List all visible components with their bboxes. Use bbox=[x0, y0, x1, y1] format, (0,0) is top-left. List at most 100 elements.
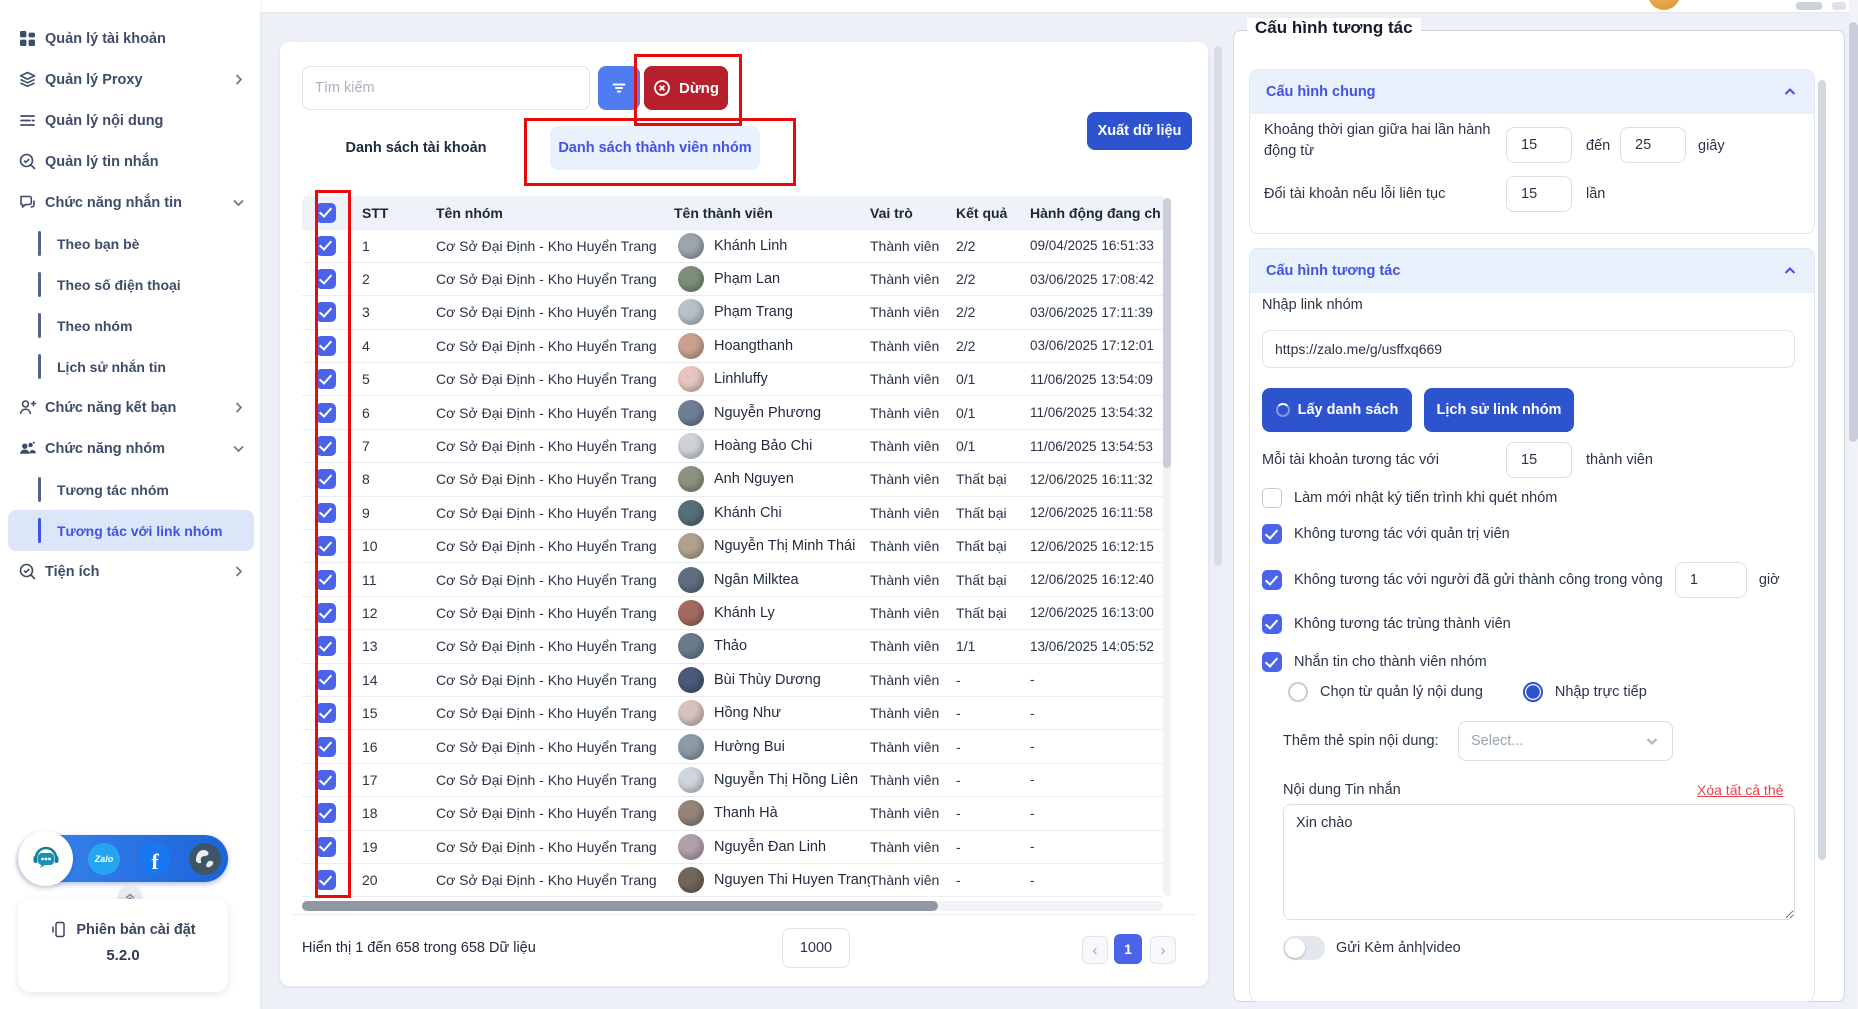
sidebar-item[interactable]: Tương tác nhóm bbox=[8, 469, 254, 510]
row-checkbox[interactable] bbox=[316, 603, 336, 623]
sidebar-item[interactable]: Theo nhóm bbox=[8, 305, 254, 346]
switch-account-input[interactable] bbox=[1506, 176, 1572, 212]
section-general-header[interactable]: Cấu hình chung bbox=[1250, 70, 1814, 114]
page-size-input[interactable] bbox=[782, 928, 850, 968]
header-icon[interactable] bbox=[1832, 2, 1846, 10]
table-row[interactable]: 9Cơ Sở Đại Định - Kho Huyển TrangKhánh C… bbox=[302, 497, 1163, 530]
sidebar-item[interactable]: Chức năng nhắn tin bbox=[8, 182, 254, 223]
column-header[interactable]: Kết quả bbox=[956, 205, 1030, 221]
sidebar-item[interactable]: Theo bạn bè bbox=[8, 223, 254, 264]
interval-to-input[interactable] bbox=[1620, 127, 1686, 163]
pagination-page-1[interactable]: 1 bbox=[1114, 934, 1142, 964]
table-row[interactable]: 10Cơ Sở Đại Định - Kho Huyển TrangNguyễn… bbox=[302, 530, 1163, 563]
main-vertical-scrollbar-thumb[interactable] bbox=[1214, 46, 1222, 566]
message-content-textarea[interactable]: Xin chào bbox=[1283, 804, 1795, 920]
sidebar-item[interactable]: Chức năng kết bạn bbox=[8, 387, 254, 428]
group-link-input[interactable] bbox=[1262, 330, 1795, 368]
panel-scrollbar-thumb[interactable] bbox=[1818, 80, 1826, 860]
row-checkbox[interactable] bbox=[316, 236, 336, 256]
row-checkbox[interactable] bbox=[316, 837, 336, 857]
config-checkbox[interactable] bbox=[1262, 614, 1282, 634]
row-checkbox[interactable] bbox=[316, 403, 336, 423]
config-checkbox[interactable] bbox=[1262, 488, 1282, 508]
table-row[interactable]: 17Cơ Sở Đại Định - Kho Huyển TrangNguyễn… bbox=[302, 764, 1163, 797]
row-checkbox[interactable] bbox=[316, 336, 336, 356]
column-header[interactable]: STT bbox=[350, 205, 436, 221]
row-checkbox[interactable] bbox=[316, 636, 336, 656]
row-checkbox[interactable] bbox=[316, 703, 336, 723]
sidebar-item[interactable]: Chức năng nhóm bbox=[8, 428, 254, 469]
config-checkbox[interactable] bbox=[1262, 524, 1282, 544]
row-checkbox[interactable] bbox=[316, 469, 336, 489]
filter-button[interactable] bbox=[598, 66, 640, 110]
table-row[interactable]: 8Cơ Sở Đại Định - Kho Huyển TrangAnh Ngu… bbox=[302, 463, 1163, 496]
column-header[interactable]: Tên nhóm bbox=[436, 205, 674, 221]
facebook-icon[interactable]: f bbox=[139, 843, 171, 875]
row-checkbox[interactable] bbox=[316, 870, 336, 890]
row-checkbox[interactable] bbox=[316, 369, 336, 389]
column-header[interactable]: Hành động đang ch bbox=[1030, 205, 1163, 221]
row-checkbox[interactable] bbox=[316, 269, 336, 289]
table-row[interactable]: 19Cơ Sở Đại Định - Kho Huyển TrangNguyễn… bbox=[302, 831, 1163, 864]
table-row[interactable]: 6Cơ Sở Đại Định - Kho Huyển TrangNguyễn … bbox=[302, 396, 1163, 429]
zalo-icon[interactable]: Zalo bbox=[88, 843, 120, 875]
stop-button[interactable]: Dừng bbox=[644, 66, 728, 110]
row-checkbox[interactable] bbox=[316, 503, 336, 523]
sidebar-item[interactable]: Lịch sử nhắn tin bbox=[8, 346, 254, 387]
row-checkbox[interactable] bbox=[316, 737, 336, 757]
tab-account-list[interactable]: Danh sách tài khoản bbox=[336, 128, 496, 168]
search-input[interactable] bbox=[302, 66, 590, 110]
table-row[interactable]: 3Cơ Sở Đại Định - Kho Huyển TrangPhạm Tr… bbox=[302, 296, 1163, 329]
clear-all-tags-link[interactable]: Xóa tất cả thẻ bbox=[1697, 782, 1783, 798]
sidebar-item[interactable]: Quản lý Proxy bbox=[8, 59, 254, 100]
tab-group-members[interactable]: Danh sách thành viên nhóm bbox=[550, 126, 760, 170]
header-icon[interactable] bbox=[1796, 2, 1822, 10]
table-row[interactable]: 14Cơ Sở Đại Định - Kho Huyển TrangBùi Th… bbox=[302, 664, 1163, 697]
row-checkbox[interactable] bbox=[316, 436, 336, 456]
section-interact-header[interactable]: Cấu hình tương tác bbox=[1250, 249, 1814, 293]
globe-icon[interactable] bbox=[189, 843, 221, 875]
table-row[interactable]: 18Cơ Sở Đại Định - Kho Huyển TrangThanh … bbox=[302, 797, 1163, 830]
sidebar-item[interactable]: Quản lý tài khoản bbox=[8, 18, 254, 59]
sidebar-item[interactable]: Quản lý tin nhắn bbox=[8, 141, 254, 182]
table-vertical-scrollbar-thumb[interactable] bbox=[1163, 198, 1171, 468]
per-account-input[interactable] bbox=[1506, 442, 1572, 478]
radio-direct-input[interactable] bbox=[1523, 682, 1543, 702]
config-checkbox[interactable] bbox=[1262, 570, 1282, 590]
table-row[interactable]: 1Cơ Sở Đại Định - Kho Huyển TrangKhánh L… bbox=[302, 230, 1163, 263]
sidebar-item[interactable]: Tiện ích bbox=[8, 551, 254, 592]
within-hours-input[interactable] bbox=[1675, 562, 1747, 598]
row-checkbox[interactable] bbox=[316, 570, 336, 590]
select-all-checkbox[interactable] bbox=[316, 203, 336, 223]
table-row[interactable]: 11Cơ Sở Đại Định - Kho Huyển TrangNgân M… bbox=[302, 563, 1163, 596]
table-row[interactable]: 12Cơ Sở Đại Định - Kho Huyển TrangKhánh … bbox=[302, 597, 1163, 630]
pagination-next-button[interactable]: › bbox=[1150, 936, 1176, 964]
table-row[interactable]: 20Cơ Sở Đại Định - Kho Huyển TrangNguyen… bbox=[302, 864, 1163, 897]
config-checkbox[interactable] bbox=[1262, 652, 1282, 672]
table-row[interactable]: 7Cơ Sở Đại Định - Kho Huyển TrangHoàng B… bbox=[302, 430, 1163, 463]
table-row[interactable]: 13Cơ Sở Đại Định - Kho Huyển TrangThảoTh… bbox=[302, 630, 1163, 663]
row-checkbox[interactable] bbox=[316, 803, 336, 823]
sidebar-item[interactable]: Tương tác với link nhóm bbox=[8, 510, 254, 551]
sidebar-item[interactable]: Theo số điện thoại bbox=[8, 264, 254, 305]
table-row[interactable]: 4Cơ Sở Đại Định - Kho Huyển TrangHoangth… bbox=[302, 330, 1163, 363]
avatar[interactable] bbox=[1648, 0, 1680, 10]
link-history-button[interactable]: Lịch sử link nhóm bbox=[1424, 388, 1574, 432]
row-checkbox[interactable] bbox=[316, 670, 336, 690]
get-list-button[interactable]: Lấy danh sách bbox=[1262, 388, 1412, 432]
row-checkbox[interactable] bbox=[316, 302, 336, 322]
send-media-toggle[interactable] bbox=[1283, 936, 1325, 960]
spin-tag-select[interactable]: Select... bbox=[1458, 721, 1673, 761]
interval-from-input[interactable] bbox=[1506, 127, 1572, 163]
column-header[interactable]: Tên thành viên bbox=[674, 205, 870, 221]
table-row[interactable]: 5Cơ Sở Đại Định - Kho Huyển TrangLinhluf… bbox=[302, 363, 1163, 396]
column-header[interactable]: Vai trò bbox=[870, 205, 956, 221]
table-row[interactable]: 15Cơ Sở Đại Định - Kho Huyển TrangHồng N… bbox=[302, 697, 1163, 730]
support-chat-icon[interactable] bbox=[18, 831, 73, 886]
page-scrollbar-thumb[interactable] bbox=[1849, 22, 1858, 442]
pagination-prev-button[interactable]: ‹ bbox=[1082, 936, 1108, 964]
export-button[interactable]: Xuất dữ liệu bbox=[1087, 112, 1192, 150]
radio-from-content[interactable] bbox=[1288, 682, 1308, 702]
table-horizontal-scrollbar-thumb[interactable] bbox=[302, 901, 938, 911]
sidebar-item[interactable]: Quản lý nội dung bbox=[8, 100, 254, 141]
